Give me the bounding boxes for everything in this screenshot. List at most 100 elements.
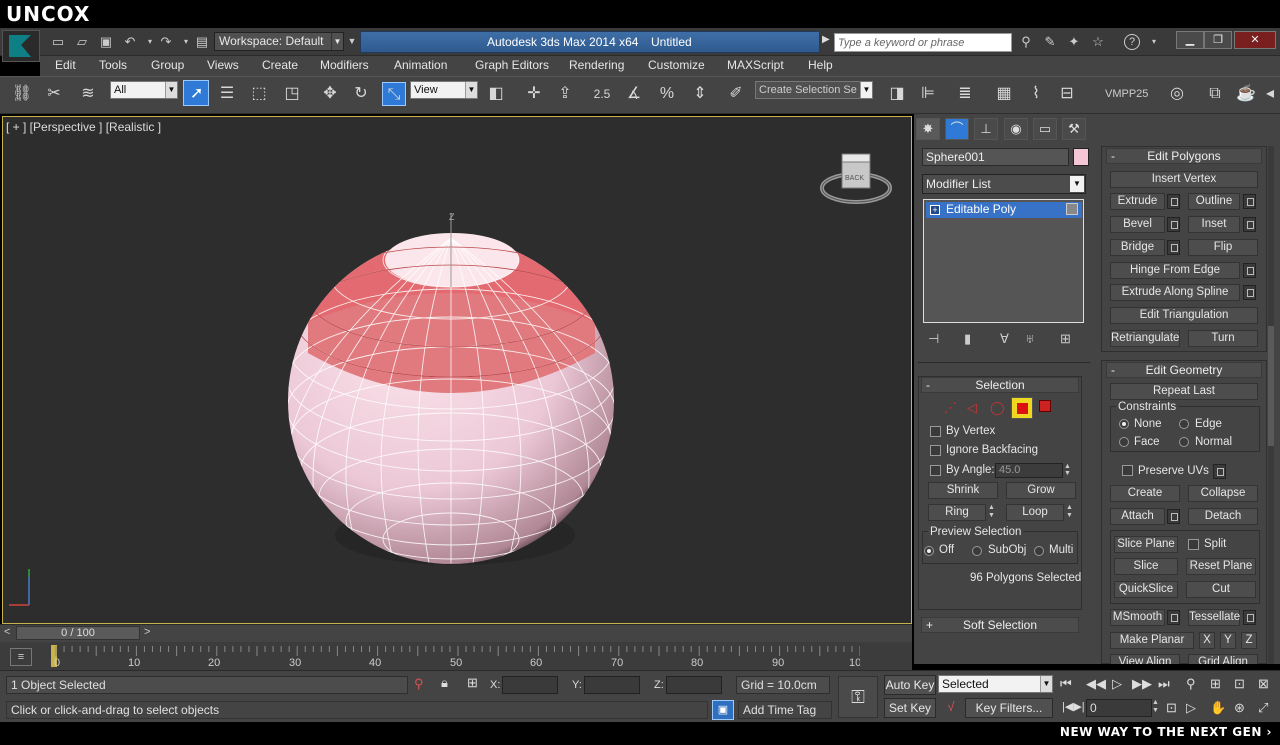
window-crossing-icon[interactable]: ◳ <box>280 82 304 106</box>
x-coordinate-field[interactable] <box>502 676 558 694</box>
menu-maxscript[interactable]: MAXScript <box>727 57 784 75</box>
zoom-all-icon[interactable]: ⊞ <box>1210 676 1221 692</box>
angle-value-field[interactable]: 45.0 <box>995 463 1063 478</box>
timeline-ruler[interactable]: 0 10 20 30 40 50 60 70 80 90 100 <box>52 644 860 668</box>
search-input[interactable]: Type a keyword or phrase <box>834 33 1012 52</box>
remove-modifier-icon[interactable]: ♅ <box>1025 331 1035 346</box>
attach-button[interactable]: Attach <box>1110 508 1165 525</box>
time-configuration-icon[interactable]: ⊡ <box>1166 700 1177 716</box>
pan-hand-icon[interactable]: ✋ <box>1210 700 1226 716</box>
favorites-star-icon[interactable]: ☆ <box>1088 32 1108 52</box>
mirror-icon[interactable]: ◨ <box>885 82 909 106</box>
edge-mode-icon[interactable]: ◁ <box>967 400 977 416</box>
named-selection-set-select[interactable]: Create Selection Se ▼ <box>755 81 873 99</box>
schematic-view-icon[interactable]: ⊟ <box>1055 82 1079 106</box>
close-button[interactable]: ✕ <box>1234 31 1276 49</box>
border-mode-icon[interactable]: ◯ <box>990 400 1005 416</box>
key-filters-button[interactable]: Key Filters... <box>965 698 1053 718</box>
add-time-tag-button[interactable]: Add Time Tag <box>738 701 832 719</box>
menu-graph-editors[interactable]: Graph Editors <box>475 57 549 75</box>
perspective-viewport[interactable]: Z <box>2 116 912 624</box>
snaps-toggle-button[interactable]: 2.5 <box>590 82 614 106</box>
undo-icon[interactable]: ↶ <box>120 32 140 52</box>
isolate-selection-icon[interactable]: ⚲ <box>414 676 424 692</box>
slice-button[interactable]: Slice <box>1114 558 1178 575</box>
select-object-button[interactable]: ➚ <box>183 80 209 106</box>
ring-button[interactable]: Ring <box>928 504 986 521</box>
quick-access-dropdown-icon[interactable]: ▼ <box>346 32 358 51</box>
preview-subobj-radio[interactable] <box>972 546 982 556</box>
previous-frame-icon[interactable]: ◀◀ <box>1086 676 1106 692</box>
keyboard-shortcut-toggle-icon[interactable]: ⇪ <box>553 82 577 106</box>
inset-button[interactable]: Inset <box>1188 216 1240 233</box>
by-vertex-checkbox[interactable] <box>930 426 941 437</box>
preview-multi-radio[interactable] <box>1034 546 1044 556</box>
bridge-button[interactable]: Bridge <box>1110 239 1165 256</box>
scrollbar-thumb[interactable] <box>1268 326 1274 446</box>
minimize-button[interactable]: ▁ <box>1176 31 1204 49</box>
outline-settings-icon[interactable] <box>1243 194 1256 209</box>
layer-manager-icon[interactable]: ≣ <box>953 82 977 106</box>
show-end-result-icon[interactable]: ▮ <box>964 331 971 347</box>
edit-polygons-title[interactable]: - Edit Polygons <box>1106 148 1262 164</box>
flip-button[interactable]: Flip <box>1188 239 1258 256</box>
tessellate-settings-icon[interactable] <box>1243 610 1256 625</box>
split-checkbox[interactable] <box>1188 539 1199 550</box>
object-name-field[interactable]: Sphere001 <box>922 148 1069 166</box>
view-align-button[interactable]: View Align <box>1110 654 1180 664</box>
extrude-spline-settings-icon[interactable] <box>1243 285 1256 300</box>
curve-editor-icon[interactable]: ⌇ <box>1024 82 1048 106</box>
hinge-from-edge-button[interactable]: Hinge From Edge <box>1110 262 1240 279</box>
collapse-button[interactable]: Collapse <box>1188 485 1258 502</box>
graphite-ribbon-icon[interactable]: ▦ <box>992 82 1016 106</box>
extrude-button[interactable]: Extrude <box>1110 193 1165 210</box>
menu-customize[interactable]: Customize <box>648 57 705 75</box>
subscription-icon[interactable]: ✎ <box>1040 32 1060 52</box>
default-tangent-icon[interactable]: √ <box>940 699 962 717</box>
constraint-normal-radio[interactable] <box>1179 437 1189 447</box>
current-frame-field[interactable]: 0 <box>1086 699 1152 717</box>
zoom-extents-all-icon[interactable]: ⊠ <box>1258 676 1269 692</box>
insert-vertex-button[interactable]: Insert Vertex <box>1110 171 1258 188</box>
constraint-none-radio[interactable] <box>1119 419 1129 429</box>
ring-spinner-icon[interactable]: ▲ ▼ <box>988 504 998 521</box>
hierarchy-tab-icon[interactable]: ⊥ <box>974 118 998 140</box>
frame-spinner-icon[interactable]: ▲ ▼ <box>1152 699 1162 717</box>
loop-spinner-icon[interactable]: ▲ ▼ <box>1066 504 1076 521</box>
menu-help[interactable]: Help <box>808 57 833 75</box>
maximize-viewport-icon[interactable]: ⤢ <box>1258 700 1268 716</box>
material-editor-icon[interactable]: ◎ <box>1165 82 1189 106</box>
y-coordinate-field[interactable] <box>584 676 640 694</box>
reset-plane-button[interactable]: Reset Plane <box>1186 558 1256 575</box>
help-icon[interactable]: ? <box>1124 34 1140 50</box>
move-icon[interactable]: ✥ <box>318 82 342 106</box>
menu-edit[interactable]: Edit <box>55 57 76 75</box>
make-planar-z-button[interactable]: Z <box>1241 632 1257 649</box>
by-angle-checkbox[interactable] <box>930 465 941 476</box>
project-folder-icon[interactable]: ▤ <box>192 32 212 52</box>
preview-off-radio[interactable] <box>924 546 934 556</box>
retriangulate-button[interactable]: Retriangulate <box>1110 330 1180 347</box>
z-coordinate-field[interactable] <box>666 676 722 694</box>
time-slider-next-button[interactable]: > <box>144 626 150 638</box>
pivot-center-icon[interactable]: ◧ <box>484 82 508 106</box>
new-file-icon[interactable]: ▭ <box>48 32 68 52</box>
preserve-uvs-settings-icon[interactable] <box>1213 464 1226 479</box>
communication-icon[interactable]: ✦ <box>1064 32 1084 52</box>
inset-settings-icon[interactable] <box>1243 217 1256 232</box>
plugin-label[interactable]: VMPP25 <box>1105 88 1148 100</box>
bevel-button[interactable]: Bevel <box>1110 216 1165 233</box>
msmooth-settings-icon[interactable] <box>1167 610 1180 625</box>
selection-filter-select[interactable]: All ▼ <box>110 81 178 99</box>
angle-spinner-icon[interactable]: ▲ ▼ <box>1064 463 1074 478</box>
vertex-mode-icon[interactable]: ⋰ <box>944 400 957 416</box>
expand-plus-icon[interactable]: + <box>930 205 940 215</box>
unlink-icon[interactable]: ✂ <box>42 82 66 106</box>
edit-triangulation-button[interactable]: Edit Triangulation <box>1110 307 1258 324</box>
element-mode-icon[interactable] <box>1039 400 1051 412</box>
percent-snap-icon[interactable]: % <box>655 82 679 106</box>
create-button[interactable]: Create <box>1110 485 1180 502</box>
redo-icon[interactable]: ↷ <box>156 32 176 52</box>
attach-list-icon[interactable] <box>1167 509 1180 524</box>
render-setup-icon[interactable]: ⧉ <box>1203 82 1227 106</box>
